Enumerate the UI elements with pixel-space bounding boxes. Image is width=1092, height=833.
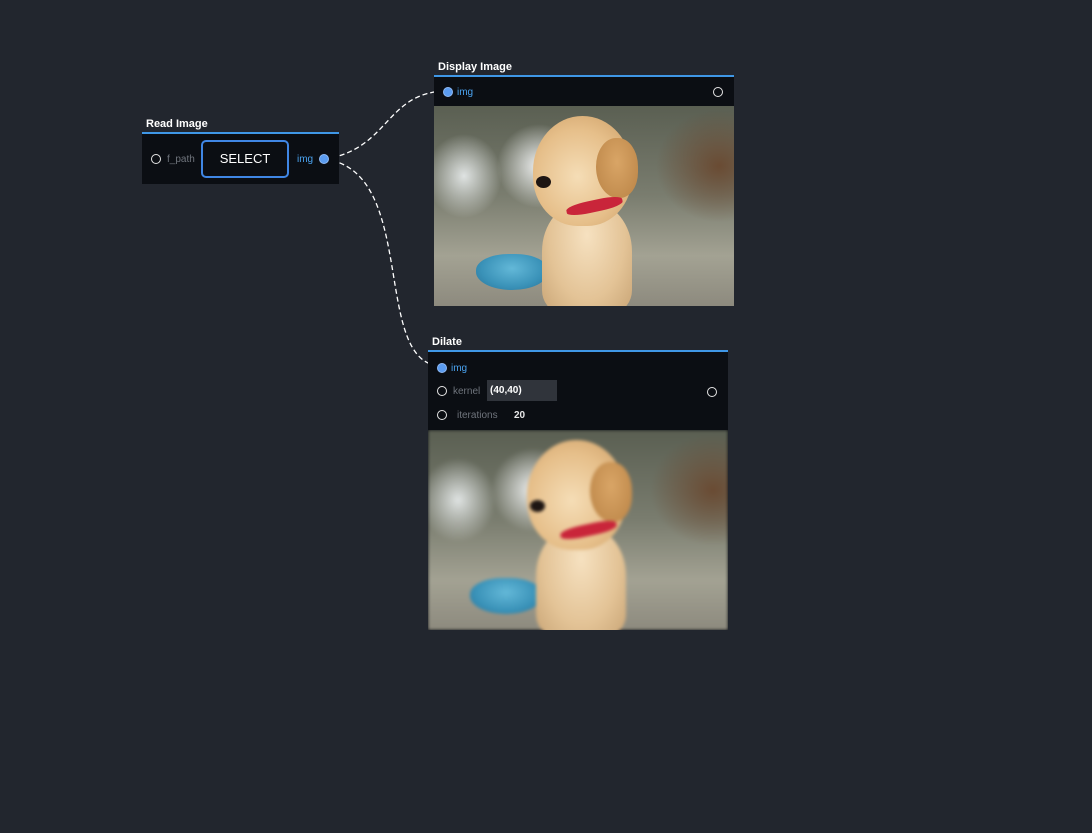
dilated-bowl-shape <box>470 578 542 614</box>
img-input-port-icon[interactable] <box>443 87 453 97</box>
display-output-port-icon[interactable] <box>713 87 723 97</box>
kernel-input[interactable] <box>487 380 557 401</box>
bowl-shape <box>476 254 548 290</box>
f-path-port-icon[interactable] <box>151 154 161 164</box>
display-image-preview <box>434 106 734 306</box>
kernel-port-icon[interactable] <box>437 386 447 396</box>
img-output-port-icon[interactable] <box>319 154 329 164</box>
wire-read-to-dilate <box>323 158 443 367</box>
iterations-port-icon[interactable] <box>437 410 447 420</box>
dilate-output-port-icon[interactable] <box>707 387 717 397</box>
dilate-img-input-label: img <box>451 363 468 374</box>
dilate-img-input-port-icon[interactable] <box>437 363 447 373</box>
read-image-title: Read Image <box>146 118 208 130</box>
f-path-label: f_path <box>167 154 195 165</box>
display-image-title: Display Image <box>438 61 512 73</box>
img-input-label: img <box>457 87 474 98</box>
dilated-puppy-photo <box>428 430 728 630</box>
puppy-nose-shape <box>536 176 551 188</box>
dilate-image-preview <box>428 430 728 630</box>
iterations-label: iterations <box>457 410 498 421</box>
dilate-title: Dilate <box>432 336 462 348</box>
img-output-label: img <box>297 154 314 165</box>
puppy-photo <box>434 106 734 306</box>
dilate-node[interactable]: Dilate img kernel iterations 20 <box>428 335 728 630</box>
node-editor-canvas[interactable]: Read Image f_path SELECT img Display Ima… <box>0 0 1092 833</box>
dilated-puppy-nose-shape <box>530 500 545 512</box>
iterations-value[interactable]: 20 <box>514 410 525 421</box>
select-file-button[interactable]: SELECT <box>201 140 289 178</box>
wire-read-to-display <box>323 90 449 160</box>
puppy-ear-shape <box>596 138 638 198</box>
dilated-puppy-ear-shape <box>590 462 632 522</box>
display-image-node[interactable]: Display Image img <box>434 60 734 306</box>
kernel-label: kernel <box>453 386 481 397</box>
read-image-node[interactable]: Read Image f_path SELECT img <box>142 117 339 184</box>
